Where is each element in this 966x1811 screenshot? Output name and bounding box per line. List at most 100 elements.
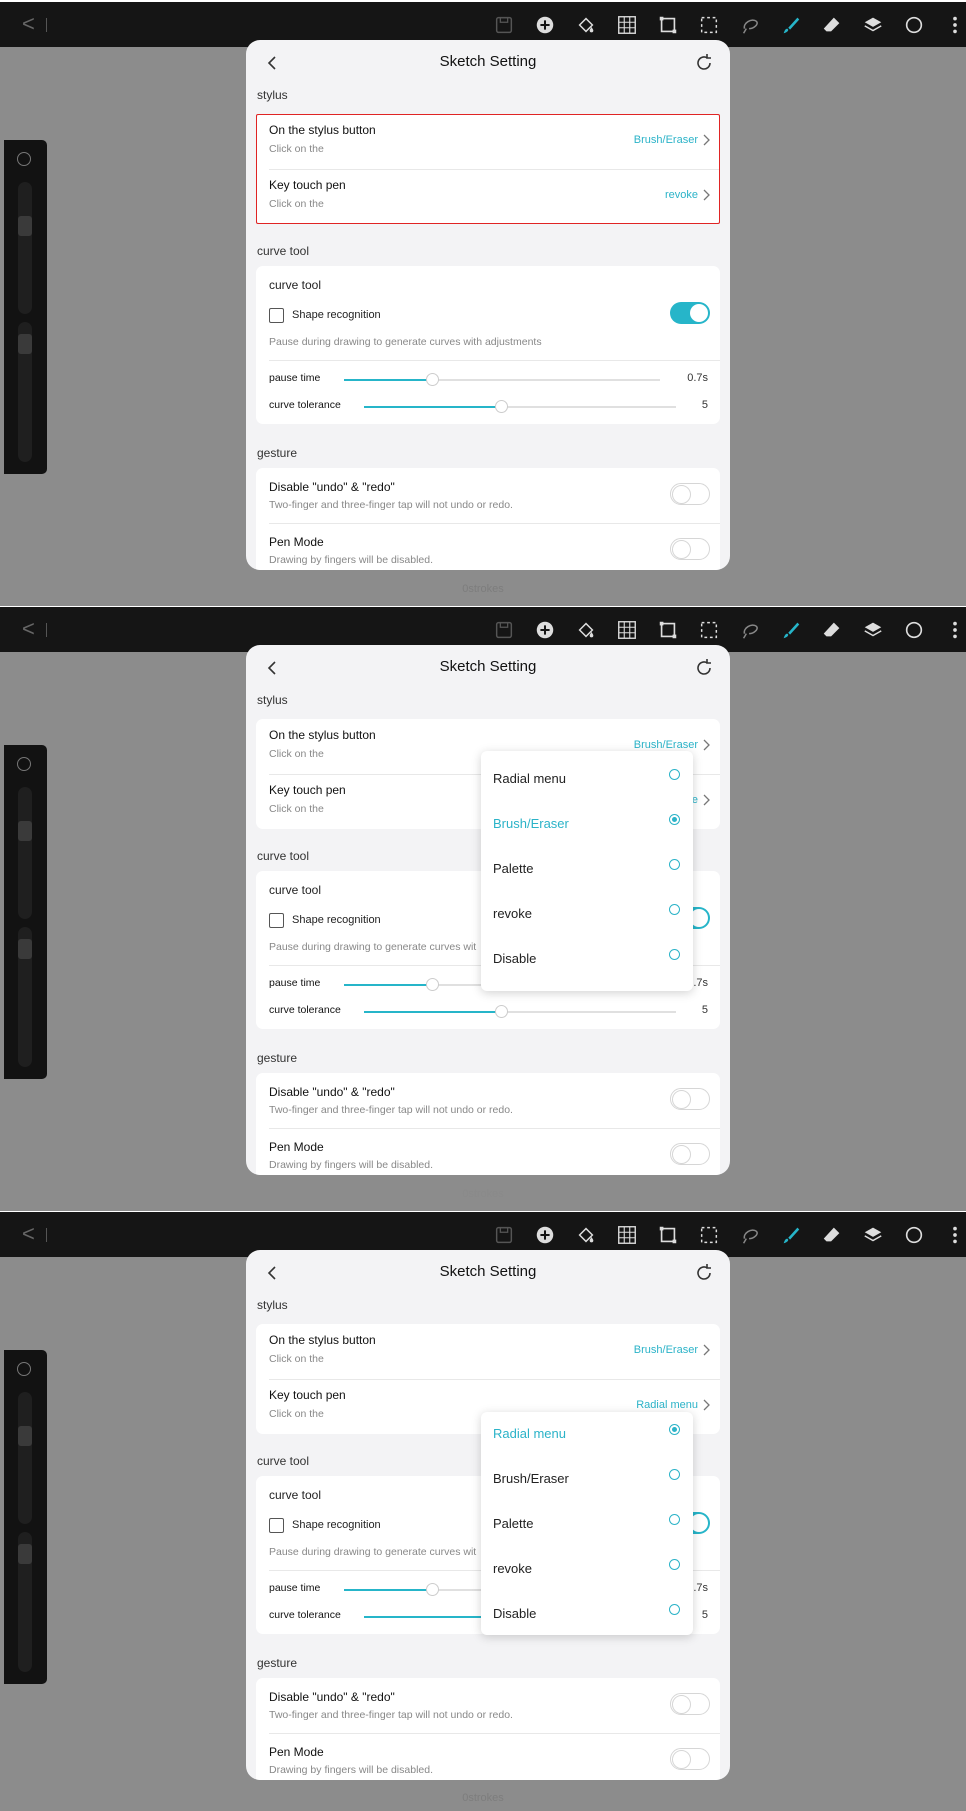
size-slider-thumb[interactable] — [18, 216, 32, 236]
size-slider-thumb[interactable] — [18, 821, 32, 841]
more-icon[interactable] — [941, 11, 966, 39]
back-icon[interactable]: < — [22, 1223, 35, 1245]
menu-option-disable[interactable]: Disable — [481, 937, 693, 982]
slider-knob[interactable] — [495, 400, 509, 413]
grid-icon[interactable] — [613, 11, 641, 39]
stylus-button-row[interactable]: On the stylus button Click on the Brush/… — [256, 1324, 720, 1379]
brush-icon[interactable] — [777, 1221, 805, 1249]
shape-recognition-checkbox[interactable] — [269, 913, 284, 928]
size-slider-thumb[interactable] — [18, 1426, 32, 1446]
radio-selected-icon — [669, 814, 680, 825]
fill-icon[interactable] — [572, 1221, 600, 1249]
disable-undo-toggle[interactable] — [670, 1693, 710, 1715]
eraser-icon[interactable] — [818, 616, 846, 644]
shape-recognition-label: Shape recognition — [292, 309, 381, 321]
pen-mode-toggle[interactable] — [670, 538, 710, 560]
brush-preview-icon — [17, 152, 31, 166]
menu-option-revoke[interactable]: revoke — [481, 892, 693, 937]
slider-knob[interactable] — [426, 373, 440, 386]
slider-knob[interactable] — [426, 1583, 440, 1596]
color-icon[interactable] — [900, 11, 928, 39]
opacity-slider-thumb[interactable] — [18, 1544, 32, 1564]
menu-option-revoke[interactable]: revoke — [481, 1547, 693, 1592]
grid-icon[interactable] — [613, 1221, 641, 1249]
lasso-icon[interactable] — [736, 11, 764, 39]
fill-icon[interactable] — [572, 11, 600, 39]
size-slider[interactable] — [18, 787, 32, 919]
radio-icon — [669, 1469, 680, 1480]
lasso-icon[interactable] — [736, 616, 764, 644]
toolbar-separator — [46, 623, 47, 637]
grid-icon[interactable] — [613, 616, 641, 644]
more-icon[interactable] — [941, 1221, 966, 1249]
stylus-action-menu: Radial menu Brush/Eraser Palette revoke … — [481, 751, 693, 991]
more-icon[interactable] — [941, 616, 966, 644]
add-icon[interactable] — [531, 11, 559, 39]
menu-option-brush-eraser[interactable]: Brush/Eraser — [481, 1457, 693, 1502]
opacity-slider-thumb[interactable] — [18, 334, 32, 354]
disable-undo-toggle[interactable] — [670, 1088, 710, 1110]
menu-option-radial[interactable]: Radial menu — [481, 757, 693, 802]
save-icon[interactable] — [490, 11, 518, 39]
pen-mode-toggle[interactable] — [670, 1748, 710, 1770]
brush-size-panel — [4, 1350, 47, 1684]
brush-icon[interactable] — [777, 616, 805, 644]
tolerance-slider[interactable] — [364, 400, 676, 413]
color-icon[interactable] — [900, 1221, 928, 1249]
pause-time-slider[interactable] — [344, 373, 660, 386]
slider-fill — [344, 1589, 433, 1591]
shape-recognition-checkbox[interactable] — [269, 1518, 284, 1533]
selection-icon[interactable] — [695, 616, 723, 644]
shape-recognition-label: Shape recognition — [292, 1519, 381, 1531]
brush-size-panel — [4, 745, 47, 1079]
slider-knob[interactable] — [426, 978, 440, 991]
curve-description: Pause during drawing to generate curves … — [269, 941, 477, 953]
menu-option-disable[interactable]: Disable — [481, 1592, 693, 1637]
layers-icon[interactable] — [859, 11, 887, 39]
slider-knob[interactable] — [495, 1005, 509, 1018]
size-slider[interactable] — [18, 1392, 32, 1524]
pen-mode-toggle[interactable] — [670, 1143, 710, 1165]
color-icon[interactable] — [900, 616, 928, 644]
gesture-card: Disable "undo" & "redo" Two-finger and t… — [256, 1073, 720, 1175]
radio-icon — [669, 769, 680, 780]
save-icon[interactable] — [490, 616, 518, 644]
row-title: Pen Mode — [269, 1140, 324, 1154]
radio-icon — [669, 1559, 680, 1570]
pause-time-label: pause time — [269, 372, 321, 384]
eraser-icon[interactable] — [818, 11, 846, 39]
transform-icon[interactable] — [654, 1221, 682, 1249]
eraser-icon[interactable] — [818, 1221, 846, 1249]
size-slider[interactable] — [18, 182, 32, 314]
tolerance-slider[interactable] — [364, 1005, 676, 1018]
curve-description: Pause during drawing to generate curves … — [269, 336, 542, 348]
reset-icon[interactable] — [692, 656, 716, 680]
back-icon[interactable]: < — [22, 13, 35, 35]
reset-icon[interactable] — [692, 51, 716, 75]
opacity-slider-thumb[interactable] — [18, 939, 32, 959]
brush-icon[interactable] — [777, 11, 805, 39]
transform-icon[interactable] — [654, 11, 682, 39]
layers-icon[interactable] — [859, 616, 887, 644]
selection-icon[interactable] — [695, 11, 723, 39]
menu-option-radial[interactable]: Radial menu — [481, 1412, 693, 1457]
layers-icon[interactable] — [859, 1221, 887, 1249]
disable-undo-row: Disable "undo" & "redo" Two-finger and t… — [256, 468, 720, 523]
transform-icon[interactable] — [654, 616, 682, 644]
reset-icon[interactable] — [692, 1261, 716, 1285]
menu-option-brush-eraser[interactable]: Brush/Eraser — [481, 802, 693, 847]
add-icon[interactable] — [531, 1221, 559, 1249]
shape-recognition-checkbox[interactable] — [269, 308, 284, 323]
back-icon[interactable]: < — [22, 618, 35, 640]
shape-recognition-label: Shape recognition — [292, 914, 381, 926]
menu-option-palette[interactable]: Palette — [481, 1502, 693, 1547]
curve-tool-toggle[interactable] — [670, 302, 710, 324]
fill-icon[interactable] — [572, 616, 600, 644]
lasso-icon[interactable] — [736, 1221, 764, 1249]
chevron-right-icon — [703, 739, 710, 751]
disable-undo-toggle[interactable] — [670, 483, 710, 505]
selection-icon[interactable] — [695, 1221, 723, 1249]
add-icon[interactable] — [531, 616, 559, 644]
menu-option-palette[interactable]: Palette — [481, 847, 693, 892]
save-icon[interactable] — [490, 1221, 518, 1249]
